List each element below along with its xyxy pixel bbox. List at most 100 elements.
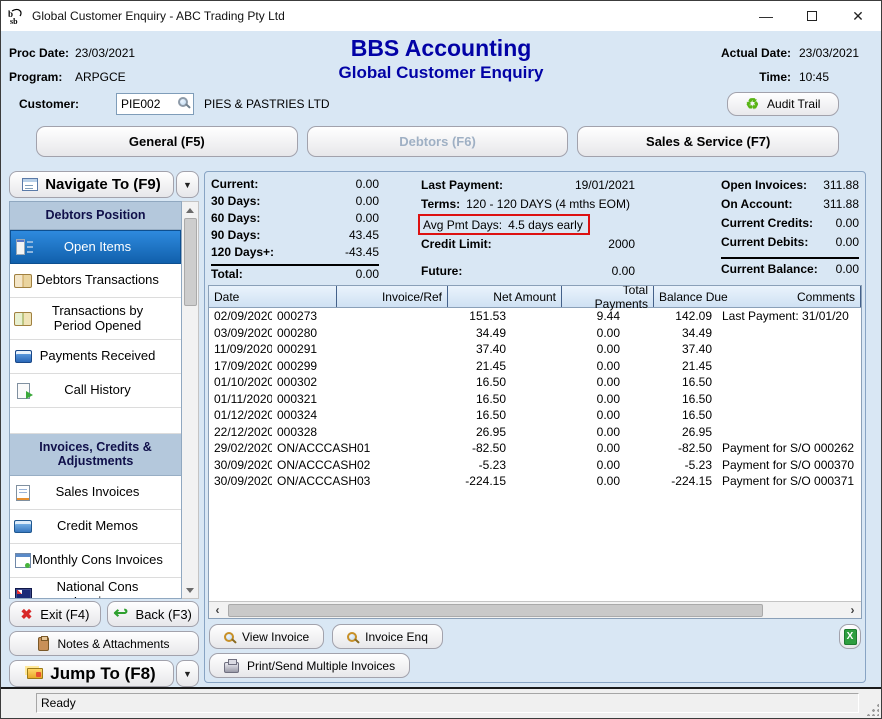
- notes-attachments-button[interactable]: Notes & Attachments: [9, 631, 199, 656]
- account-summary: Current: 0.00 30 Days: 0.00 60 Days: 0.0…: [211, 176, 859, 284]
- current-balance-row: Current Balance: 0.00: [721, 257, 859, 276]
- balance-row: Current Credits: 0.00: [721, 214, 859, 233]
- view-invoice-button[interactable]: View Invoice: [209, 624, 324, 649]
- sidebar-item[interactable]: Open Items: [10, 230, 181, 264]
- balance-row: Current Debits: 0.00: [721, 233, 859, 252]
- column-header[interactable]: Balance Due: [654, 286, 792, 307]
- aging-row: 30 Days: 0.00: [211, 193, 379, 210]
- invoice-enq-button[interactable]: Invoice Enq: [332, 624, 443, 649]
- jump-dropdown-button[interactable]: ▼: [176, 660, 199, 687]
- back-arrow-icon: ↩: [113, 606, 128, 622]
- table-row[interactable]: 03/09/2020 000280 34.49 0.00 34.49: [209, 325, 861, 342]
- svg-text:sb: sb: [10, 17, 18, 25]
- exit-x-icon: ✖: [21, 607, 33, 621]
- future-row: Future: 0.00: [421, 262, 679, 281]
- maximize-icon: [807, 11, 817, 21]
- maximize-button[interactable]: [789, 1, 835, 31]
- titlebar: b sb Global Customer Enquiry - ABC Tradi…: [1, 1, 881, 31]
- open-items-table: Date Invoice/Ref Net Amount Total Paymen…: [208, 285, 862, 619]
- clipboard-icon: [38, 637, 49, 651]
- table-header: Date Invoice/Ref Net Amount Total Paymen…: [209, 286, 861, 308]
- aging-row: 120 Days+: -43.45: [211, 244, 379, 261]
- tab-bar: General (F5) Debtors (F6) Sales & Servic…: [36, 126, 839, 157]
- navigate-to-label: Navigate To (F9): [45, 176, 161, 193]
- table-row[interactable]: 01/12/2020 000324 16.50 0.00 16.50: [209, 407, 861, 424]
- sidebar-item[interactable]: [10, 408, 181, 434]
- status-bar: Ready: [1, 687, 881, 718]
- tab-button[interactable]: Debtors (F6): [307, 126, 569, 157]
- sales-invoices-icon: [14, 484, 32, 502]
- recycle-icon: ♻: [746, 97, 759, 112]
- scroll-right-icon[interactable]: ›: [844, 603, 861, 618]
- column-header[interactable]: Net Amount: [448, 286, 562, 307]
- actual-date-value: 23/03/2021: [799, 46, 861, 60]
- horizontal-scrollbar[interactable]: ‹ ›: [209, 601, 861, 618]
- balance-row: On Account: 311.88: [721, 195, 859, 214]
- main-panel: Current: 0.00 30 Days: 0.00 60 Days: 0.0…: [204, 171, 866, 683]
- sidebar-item[interactable]: Credit Memos: [10, 510, 181, 544]
- back-button[interactable]: ↩ Back (F3): [107, 601, 199, 627]
- navigate-to-button[interactable]: Navigate To (F9): [9, 171, 174, 198]
- navigate-dropdown-button[interactable]: ▼: [176, 171, 199, 198]
- status-text: Ready: [36, 693, 859, 713]
- search-icon[interactable]: [178, 97, 188, 107]
- scroll-down-icon[interactable]: [183, 582, 198, 598]
- close-button[interactable]: ✕: [835, 1, 881, 31]
- credit-limit-row: Credit Limit: 2000: [421, 235, 679, 254]
- sidebar-item[interactable]: Sales Invoices: [10, 476, 181, 510]
- time-value: 10:45: [799, 70, 861, 84]
- sidebar-item[interactable]: Payments Received: [10, 340, 181, 374]
- sidebar-item[interactable]: Monthly Cons Invoices: [10, 544, 181, 578]
- app-icon: b sb: [8, 8, 25, 25]
- column-header[interactable]: Total Payments: [562, 286, 654, 307]
- minimize-button[interactable]: —: [743, 1, 789, 31]
- open-items-icon: [15, 238, 33, 256]
- sidebar-item[interactable]: Debtors Transactions: [10, 264, 181, 298]
- table-row[interactable]: 30/09/2020 ON/ACCCASH02 -5.23 0.00 -5.23…: [209, 457, 861, 474]
- payments-icon: [14, 348, 32, 366]
- table-row[interactable]: 30/09/2020 ON/ACCCASH03 -224.15 0.00 -22…: [209, 473, 861, 490]
- table-row[interactable]: 02/09/2020 000273 151.53 9.44 142.09 Las…: [209, 308, 861, 325]
- sidebar-scrollbar[interactable]: [182, 201, 199, 599]
- navigation-list: Debtors Position Open Items Debtors Tran…: [9, 201, 182, 599]
- column-header[interactable]: Date: [209, 286, 337, 307]
- aging-row: Current: 0.00: [211, 176, 379, 193]
- sidebar-item[interactable]: Call History: [10, 374, 181, 408]
- print-send-button[interactable]: Print/Send Multiple Invoices: [209, 653, 410, 678]
- column-header[interactable]: Invoice/Ref: [337, 286, 448, 307]
- table-row[interactable]: 01/11/2020 000321 16.50 0.00 16.50: [209, 391, 861, 408]
- sidebar-item[interactable]: National Cons Invoices: [10, 578, 181, 599]
- tab-button[interactable]: Sales & Service (F7): [577, 126, 839, 157]
- app-window: b sb Global Customer Enquiry - ABC Tradi…: [0, 0, 882, 719]
- column-header[interactable]: Comments: [792, 286, 861, 307]
- resize-grip[interactable]: [866, 703, 879, 716]
- time-label: Time:: [759, 70, 791, 84]
- tab-button[interactable]: General (F5): [36, 126, 298, 157]
- table-row[interactable]: 17/09/2020 000299 21.45 0.00 21.45: [209, 358, 861, 375]
- call-history-icon: [14, 382, 32, 400]
- monthly-cons-icon: [14, 552, 32, 570]
- window-title: Global Customer Enquiry - ABC Trading Pt…: [32, 9, 285, 23]
- audit-trail-button[interactable]: ♻ Audit Trail: [727, 92, 839, 116]
- table-row[interactable]: 29/02/2020 ON/ACCCASH01 -82.50 0.00 -82.…: [209, 440, 861, 457]
- scrollbar-thumb[interactable]: [184, 218, 197, 306]
- scroll-up-icon[interactable]: [183, 202, 198, 218]
- aging-row: 60 Days: 0.00: [211, 210, 379, 227]
- sidebar-item[interactable]: Debtors Position: [10, 202, 181, 230]
- actual-date-label: Actual Date:: [721, 46, 791, 60]
- terms-row: Terms: 120 - 120 DAYS (4 mths EOM): [421, 195, 679, 214]
- national-cons-icon: [14, 586, 32, 600]
- excel-export-button[interactable]: X: [839, 624, 861, 649]
- last-payment-row: Last Payment: 19/01/2021: [421, 176, 679, 195]
- printer-icon: [224, 662, 239, 673]
- sidebar-item[interactable]: Transactions by Period Opened: [10, 298, 181, 340]
- table-row[interactable]: 01/10/2020 000302 16.50 0.00 16.50: [209, 374, 861, 391]
- hscrollbar-thumb[interactable]: [228, 604, 763, 617]
- jump-to-button[interactable]: Jump To (F8): [9, 660, 174, 687]
- scroll-left-icon[interactable]: ‹: [209, 603, 226, 618]
- table-row[interactable]: 11/09/2020 000291 37.40 0.00 37.40: [209, 341, 861, 358]
- sidebar-item[interactable]: Invoices, Credits & Adjustments: [10, 434, 181, 476]
- sidebar: Navigate To (F9) ▼ Debtors Position Open…: [9, 171, 199, 687]
- table-row[interactable]: 22/12/2020 000328 26.95 0.00 26.95: [209, 424, 861, 441]
- exit-button[interactable]: ✖ Exit (F4): [9, 601, 101, 627]
